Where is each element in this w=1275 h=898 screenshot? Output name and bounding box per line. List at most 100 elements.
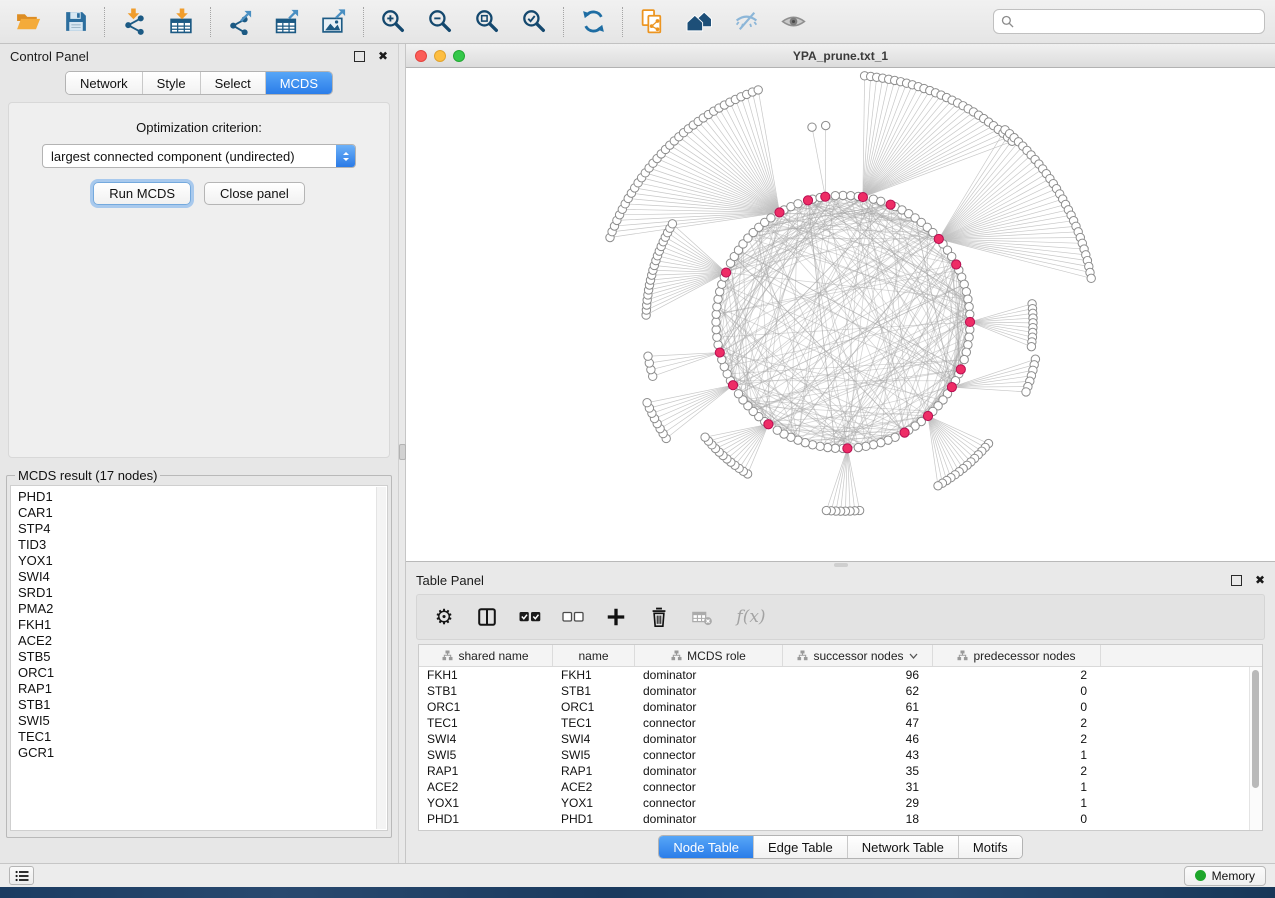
run-mcds-button[interactable]: Run MCDS <box>93 182 191 205</box>
network-node[interactable] <box>713 333 721 341</box>
zoom-in-button[interactable] <box>375 4 411 40</box>
criterion-dropdown[interactable]: largest connected component (undirected) <box>42 144 356 168</box>
table-row[interactable]: FKH1FKH1dominator962 <box>419 667 1262 683</box>
close-panel-icon[interactable]: ✖ <box>1255 574 1265 586</box>
tab-style[interactable]: Style <box>142 72 200 94</box>
tab-edge-table[interactable]: Edge Table <box>753 836 847 858</box>
network-node[interactable] <box>767 214 775 222</box>
network-node[interactable] <box>854 443 862 451</box>
export-network-button[interactable] <box>222 4 258 40</box>
network-node[interactable] <box>869 441 877 449</box>
column-header[interactable]: successor nodes <box>783 645 933 666</box>
show-all-button[interactable] <box>775 4 811 40</box>
tab-mcds[interactable]: MCDS <box>265 72 332 94</box>
network-node[interactable] <box>824 443 832 451</box>
select-all-button[interactable] <box>518 605 542 629</box>
save-session-button[interactable] <box>57 4 93 40</box>
table-scrollbar-thumb[interactable] <box>1252 670 1259 788</box>
task-history-button[interactable] <box>9 866 34 885</box>
export-image-button[interactable] <box>316 4 352 40</box>
network-node[interactable] <box>714 295 722 303</box>
window-zoom-icon[interactable] <box>453 50 465 62</box>
result-node-item[interactable]: PHD1 <box>18 489 387 505</box>
table-row[interactable]: RAP1RAP1dominator352 <box>419 763 1262 779</box>
window-close-icon[interactable] <box>415 50 427 62</box>
column-header[interactable]: predecessor nodes <box>933 645 1101 666</box>
network-node[interactable] <box>831 191 839 199</box>
refresh-button[interactable] <box>575 4 611 40</box>
add-column-button[interactable] <box>604 605 628 629</box>
tab-select[interactable]: Select <box>200 72 265 94</box>
network-node[interactable] <box>668 220 676 228</box>
float-panel-icon[interactable] <box>1231 575 1242 586</box>
network-node[interactable] <box>822 506 830 514</box>
mcds-node[interactable] <box>956 365 965 374</box>
show-columns-button[interactable] <box>475 605 499 629</box>
table-scrollbar[interactable] <box>1249 667 1262 830</box>
zoom-out-button[interactable] <box>422 4 458 40</box>
tab-node-table[interactable]: Node Table <box>659 836 753 858</box>
mcds-node[interactable] <box>843 444 852 453</box>
result-node-item[interactable]: TID3 <box>18 537 387 553</box>
result-node-item[interactable]: SWI5 <box>18 713 387 729</box>
result-node-item[interactable]: STP4 <box>18 521 387 537</box>
network-node[interactable] <box>822 121 830 129</box>
network-node[interactable] <box>712 310 720 318</box>
network-node[interactable] <box>965 303 973 311</box>
network-node[interactable] <box>839 191 847 199</box>
network-node[interactable] <box>831 444 839 452</box>
result-node-item[interactable]: GCR1 <box>18 745 387 761</box>
network-node[interactable] <box>644 352 652 360</box>
column-header[interactable]: MCDS role <box>635 645 783 666</box>
mcds-node[interactable] <box>886 200 895 209</box>
network-node[interactable] <box>643 399 651 407</box>
mcds-node[interactable] <box>803 196 812 205</box>
window-minimize-icon[interactable] <box>434 50 446 62</box>
memory-button[interactable]: Memory <box>1184 866 1266 886</box>
table-row[interactable]: SWI5SWI5connector431 <box>419 747 1262 763</box>
table-row[interactable]: TEC1TEC1connector472 <box>419 715 1262 731</box>
close-panel-icon[interactable]: ✖ <box>378 50 388 62</box>
network-node[interactable] <box>754 86 762 94</box>
network-node[interactable] <box>877 197 885 205</box>
import-network-button[interactable] <box>116 4 152 40</box>
result-node-item[interactable]: FKH1 <box>18 617 387 633</box>
network-node[interactable] <box>948 252 956 260</box>
network-node[interactable] <box>964 295 972 303</box>
mcds-node[interactable] <box>722 268 731 277</box>
float-panel-icon[interactable] <box>354 51 365 62</box>
clone-network-button[interactable] <box>634 4 670 40</box>
result-node-item[interactable]: ORC1 <box>18 665 387 681</box>
mcds-node[interactable] <box>764 420 773 429</box>
mcds-node[interactable] <box>923 411 932 420</box>
result-node-item[interactable]: STB1 <box>18 697 387 713</box>
network-node[interactable] <box>960 355 968 363</box>
result-node-item[interactable]: ACE2 <box>18 633 387 649</box>
network-node[interactable] <box>962 288 970 296</box>
table-settings-button[interactable]: ⚙ <box>432 605 456 629</box>
search-input[interactable] <box>1014 13 1264 30</box>
table-row[interactable]: YOX1YOX1connector291 <box>419 795 1262 811</box>
network-node[interactable] <box>713 303 721 311</box>
vertical-splitter[interactable] <box>398 44 406 863</box>
result-list-scrollbar[interactable] <box>376 487 386 829</box>
mcds-node[interactable] <box>775 208 784 217</box>
mcds-node[interactable] <box>952 260 961 269</box>
network-node[interactable] <box>964 341 972 349</box>
mcds-node[interactable] <box>715 348 724 357</box>
tab-network-table[interactable]: Network Table <box>847 836 958 858</box>
mcds-node[interactable] <box>900 428 909 437</box>
delete-column-button[interactable] <box>647 605 671 629</box>
network-node[interactable] <box>734 390 742 398</box>
mcds-node[interactable] <box>947 383 956 392</box>
result-node-item[interactable]: SRD1 <box>18 585 387 601</box>
mcds-node[interactable] <box>965 317 974 326</box>
mcds-node[interactable] <box>728 381 737 390</box>
result-node-item[interactable]: PMA2 <box>18 601 387 617</box>
result-node-item[interactable]: STB5 <box>18 649 387 665</box>
network-node[interactable] <box>965 333 973 341</box>
table-row[interactable]: PHD1PHD1dominator180 <box>419 811 1262 827</box>
table-row[interactable]: SWI4SWI4dominator462 <box>419 731 1262 747</box>
first-neighbors-button[interactable] <box>681 4 717 40</box>
horizontal-splitter[interactable] <box>406 562 1275 568</box>
